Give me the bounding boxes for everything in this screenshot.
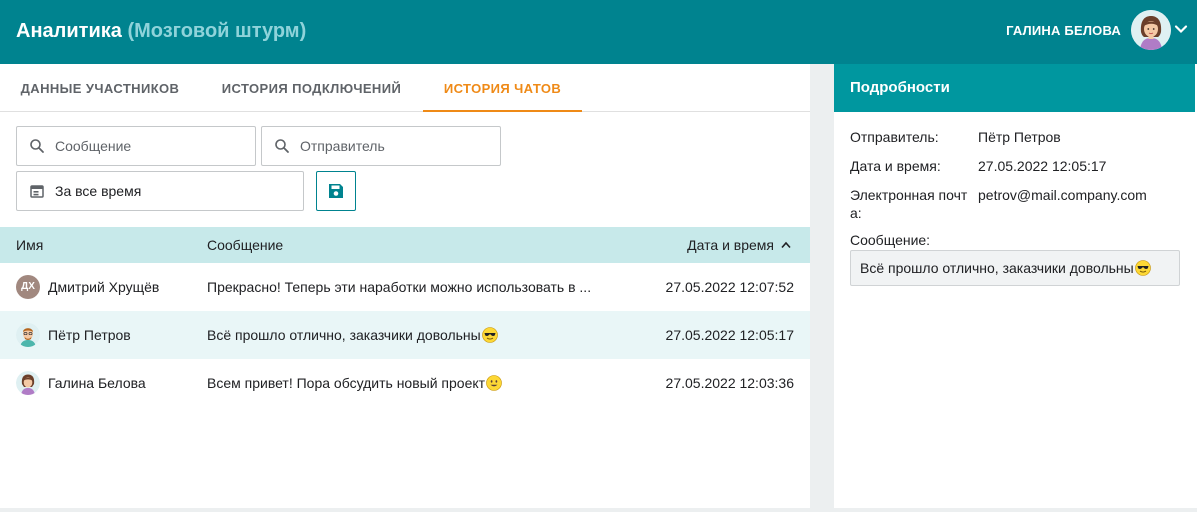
table-row[interactable]: Пётр Петров Всё прошло отлично, заказчик…: [0, 311, 810, 359]
details-panel: Подробности Отправитель: Пётр Петров Дат…: [834, 64, 1197, 508]
column-header-name[interactable]: Имя: [16, 237, 43, 253]
man-avatar-icon: [16, 323, 40, 347]
detail-message-value: Всё прошло отлично, заказчики довольны: [860, 260, 1134, 276]
sender-search-input[interactable]: Отправитель: [261, 126, 501, 166]
detail-message-box: Всё прошло отлично, заказчики довольны: [850, 250, 1180, 286]
sunglasses-emoji-icon: [481, 327, 498, 343]
search-icon: [30, 139, 44, 153]
save-button[interactable]: [316, 171, 356, 211]
table-row[interactable]: Галина Белова Всем привет! Пора обсудить…: [0, 359, 810, 407]
sunglasses-emoji-icon: [1134, 260, 1151, 276]
chat-history-panel: ДАННЫЕ УЧАСТНИКОВ ИСТОРИЯ ПОДКЛЮЧЕНИЙ ИС…: [0, 64, 810, 508]
avatar: [16, 371, 40, 395]
smile-emoji-icon: [486, 375, 502, 391]
avatar-initials: ДХ: [16, 275, 40, 299]
user-name[interactable]: ГАЛИНА БЕЛОВА: [1006, 23, 1121, 38]
row-date: 27.05.2022 12:03:36: [665, 375, 794, 391]
row-message-text: Всё прошло отлично, заказчики довольны: [207, 327, 481, 343]
app-title-main: Аналитика: [16, 20, 122, 42]
woman-avatar-icon: [16, 371, 40, 395]
details-header: Подробности: [834, 64, 1195, 112]
row-name: Пётр Петров: [48, 327, 131, 343]
table-row[interactable]: ДХ Дмитрий Хрущёв Прекрасно! Теперь эти …: [0, 263, 810, 311]
detail-email-value[interactable]: petrov@mail.company.com: [978, 186, 1147, 204]
detail-email-label: Электронная почта:: [850, 187, 968, 221]
row-message: Прекрасно! Теперь эти наработки можно ис…: [207, 279, 592, 295]
app-title-subtitle: (Мозговой штурм): [127, 20, 307, 42]
woman-avatar-icon: [1131, 10, 1171, 50]
sender-search-placeholder: Отправитель: [300, 138, 385, 154]
column-header-message[interactable]: Сообщение: [207, 237, 283, 253]
table-header: Имя Сообщение Дата и время: [0, 227, 810, 263]
message-search-input[interactable]: Сообщение: [16, 126, 256, 166]
save-icon: [329, 184, 343, 198]
sort-ascending-icon[interactable]: [780, 240, 792, 250]
tab-chat-history[interactable]: ИСТОРИЯ ЧАТОВ: [423, 64, 582, 112]
detail-message-label: Сообщение:: [850, 232, 931, 248]
row-date: 27.05.2022 12:05:17: [665, 327, 794, 343]
row-message: Всё прошло отлично, заказчики довольны: [207, 327, 498, 343]
message-search-placeholder: Сообщение: [55, 138, 132, 154]
detail-sender-value: Пётр Петров: [978, 129, 1061, 145]
row-date: 27.05.2022 12:07:52: [665, 279, 794, 295]
tab-participants-data[interactable]: ДАННЫЕ УЧАСТНИКОВ: [0, 64, 200, 112]
user-avatar[interactable]: [1131, 10, 1171, 50]
chevron-down-icon[interactable]: [1174, 22, 1188, 36]
row-message-text: Всем привет! Пора обсудить новый проект: [207, 375, 486, 391]
row-message: Всем привет! Пора обсудить новый проект: [207, 375, 502, 391]
detail-sender-label: Отправитель:: [850, 129, 939, 145]
date-range-value: За все время: [55, 183, 142, 199]
row-name: Дмитрий Хрущёв: [48, 279, 160, 295]
search-icon: [275, 139, 289, 153]
calendar-icon: [30, 185, 44, 198]
column-header-date[interactable]: Дата и время: [687, 237, 774, 253]
avatar: ДХ: [16, 275, 40, 299]
app-title: Аналитика (Мозговой штурм): [16, 20, 306, 43]
tab-connection-history[interactable]: ИСТОРИЯ ПОДКЛЮЧЕНИЙ: [200, 64, 423, 112]
detail-datetime-label: Дата и время:: [850, 158, 941, 174]
detail-datetime-value: 27.05.2022 12:05:17: [978, 158, 1107, 174]
date-range-select[interactable]: За все время: [16, 171, 304, 211]
top-bar: Аналитика (Мозговой штурм) ГАЛИНА БЕЛОВА: [0, 0, 1197, 64]
avatar: [16, 323, 40, 347]
row-name: Галина Белова: [48, 375, 146, 391]
tab-bar: ДАННЫЕ УЧАСТНИКОВ ИСТОРИЯ ПОДКЛЮЧЕНИЙ ИС…: [0, 64, 810, 112]
